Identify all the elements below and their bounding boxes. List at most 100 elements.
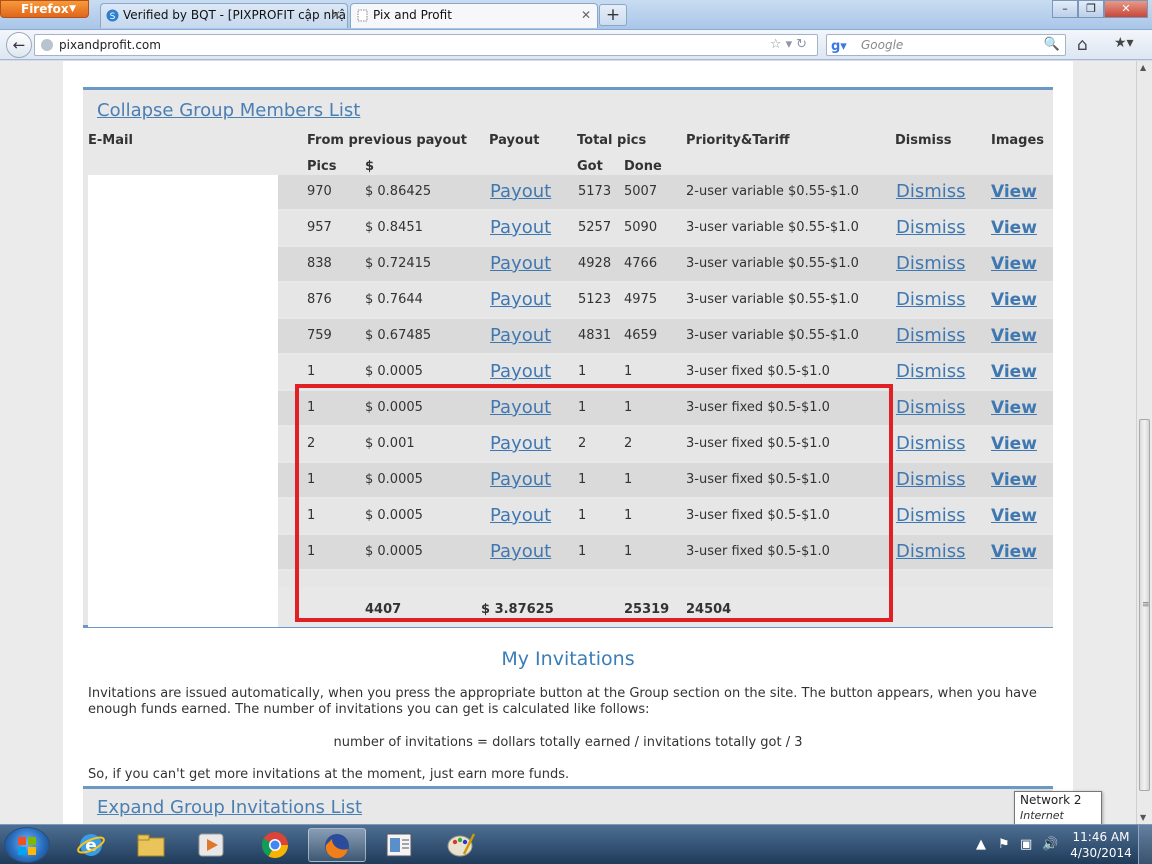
payout-link[interactable]: Payout	[490, 175, 551, 209]
collapse-group-members-link[interactable]: Collapse Group Members List	[97, 100, 360, 121]
globe-icon	[41, 39, 53, 51]
view-images-link[interactable]: View	[991, 247, 1037, 281]
volume-icon[interactable]: 🔊	[1042, 837, 1058, 852]
cell-got: 5257	[578, 220, 612, 235]
show-hidden-icons-icon[interactable]: ▲	[976, 837, 986, 852]
close-icon[interactable]: ✕	[581, 4, 591, 27]
network-icon[interactable]: ▣	[1020, 837, 1032, 852]
document-viewer-icon[interactable]	[370, 828, 428, 862]
search-icon[interactable]: 🔍	[1044, 35, 1060, 55]
start-button[interactable]	[4, 827, 50, 863]
payout-link[interactable]: Payout	[490, 247, 551, 281]
taskbar-clock[interactable]: 11:46 AM 4/30/2014	[1068, 829, 1134, 861]
google-icon: g▾	[831, 39, 847, 54]
clock-time: 11:46 AM	[1072, 830, 1130, 844]
tab-pix-and-profit[interactable]: Pix and Profit ✕	[350, 3, 598, 28]
dismiss-link[interactable]: Dismiss	[896, 463, 966, 497]
payout-link[interactable]: Payout	[490, 211, 551, 245]
scroll-down-arrow-icon[interactable]: ▼	[1140, 813, 1146, 822]
paint-icon[interactable]	[432, 828, 490, 862]
cell-pics: 838	[307, 256, 332, 271]
cell-usd: $ 0.67485	[365, 328, 432, 343]
view-images-link[interactable]: View	[991, 463, 1037, 497]
invitations-formula: number of invitations = dollars totally …	[333, 735, 803, 750]
group-invitations-panel: Expand Group Invitations List	[83, 786, 1053, 824]
window-close-button[interactable]: ✕	[1104, 0, 1148, 18]
maximize-button[interactable]: ❐	[1078, 0, 1104, 18]
dismiss-link[interactable]: Dismiss	[896, 283, 966, 317]
windows-taskbar: e ▲ ⚑ ▣ 🔊 11:46 AM 4/30/2014	[0, 824, 1152, 864]
new-tab-button[interactable]: +	[599, 4, 627, 26]
view-images-link[interactable]: View	[991, 391, 1037, 425]
scroll-up-arrow-icon[interactable]: ▲	[1140, 63, 1146, 72]
back-button[interactable]: ←	[6, 32, 32, 58]
minimize-button[interactable]: –	[1052, 0, 1078, 18]
cell-usd: $ 0.8451	[365, 220, 423, 235]
navigation-bar: ← pixandprofit.com ☆▾↻ g▾ Google 🔍 ⌂ ★▾	[0, 30, 1152, 60]
view-images-link[interactable]: View	[991, 319, 1037, 353]
cell-done: 4975	[624, 292, 658, 307]
firefox-menu-label: Firefox	[21, 2, 69, 16]
header-from-previous-payout: From previous payout	[307, 133, 467, 148]
bookmark-star-icon[interactable]: ☆▾↻	[770, 35, 811, 55]
search-placeholder: Google	[861, 38, 904, 52]
address-bar[interactable]: pixandprofit.com ☆▾↻	[34, 34, 818, 56]
vertical-scrollbar[interactable]: ▲ ≡ ▼	[1136, 61, 1152, 824]
subheader-got: Got	[577, 159, 603, 174]
cell-done: 4659	[624, 328, 658, 343]
view-images-link[interactable]: View	[991, 211, 1037, 245]
header-images: Images	[991, 133, 1045, 148]
search-box[interactable]: g▾ Google 🔍	[826, 34, 1066, 56]
payout-link[interactable]: Payout	[490, 283, 551, 317]
table-row: 759 $ 0.67485 Payout 4831 4659 3-user variabl…	[278, 319, 1053, 353]
dismiss-link[interactable]: Dismiss	[896, 499, 966, 533]
dismiss-link[interactable]: Dismiss	[896, 175, 966, 209]
view-images-link[interactable]: View	[991, 355, 1037, 389]
cell-priority: 3-user variable $0.55-$1.0	[686, 220, 859, 235]
view-images-link[interactable]: View	[991, 499, 1037, 533]
show-desktop-button[interactable]	[1138, 825, 1152, 864]
chrome-icon[interactable]	[246, 828, 304, 862]
cell-done: 5007	[624, 184, 658, 199]
dismiss-link[interactable]: Dismiss	[896, 535, 966, 569]
dismiss-link[interactable]: Dismiss	[896, 247, 966, 281]
dismiss-link[interactable]: Dismiss	[896, 427, 966, 461]
dismiss-link[interactable]: Dismiss	[896, 355, 966, 389]
home-icon[interactable]: ⌂	[1077, 35, 1088, 55]
tab-label: Pix and Profit	[373, 8, 452, 22]
media-player-icon[interactable]	[182, 828, 240, 862]
payout-link[interactable]: Payout	[490, 319, 551, 353]
expand-group-invitations-link[interactable]: Expand Group Invitations List	[97, 797, 362, 818]
view-images-link[interactable]: View	[991, 535, 1037, 569]
tab-label: Verified by BQT - [PIXPROFIT cập nhậ...	[123, 8, 348, 22]
view-images-link[interactable]: View	[991, 427, 1037, 461]
scrollbar-thumb[interactable]: ≡	[1139, 419, 1150, 791]
dismiss-link[interactable]: Dismiss	[896, 319, 966, 353]
close-icon[interactable]: ✕	[331, 4, 341, 27]
page-viewport: Collapse Group Members List E-Mail From …	[0, 61, 1136, 824]
file-explorer-icon[interactable]	[122, 828, 180, 862]
cell-got: 5173	[578, 184, 612, 199]
url-text: pixandprofit.com	[59, 38, 161, 52]
clock-date: 4/30/2014	[1070, 846, 1132, 860]
cell-pics: 970	[307, 184, 332, 199]
header-email: E-Mail	[88, 133, 133, 148]
tooltip-network-name: Network 2	[1020, 793, 1082, 807]
view-images-link[interactable]: View	[991, 283, 1037, 317]
firefox-menu-button[interactable]: Firefox ▼	[0, 0, 89, 18]
action-center-flag-icon[interactable]: ⚑	[998, 837, 1010, 852]
subheader-pics: Pics	[307, 159, 337, 174]
view-images-link[interactable]: View	[991, 175, 1037, 209]
cell-usd: $ 0.7644	[365, 292, 423, 307]
bookmarks-menu-icon[interactable]: ★▾	[1114, 35, 1134, 51]
dismiss-link[interactable]: Dismiss	[896, 391, 966, 425]
header-total-pics: Total pics	[577, 133, 647, 148]
dismiss-link[interactable]: Dismiss	[896, 211, 966, 245]
tab-verified-bqt[interactable]: S Verified by BQT - [PIXPROFIT cập nhậ..…	[100, 3, 348, 28]
windows-logo-icon	[18, 837, 36, 855]
table-row: 838 $ 0.72415 Payout 4928 4766 3-user variabl…	[278, 247, 1053, 281]
internet-explorer-icon[interactable]: e	[62, 828, 120, 862]
invitations-title: My Invitations	[501, 648, 635, 670]
firefox-taskbar-icon[interactable]	[308, 828, 366, 862]
cell-usd: $ 0.72415	[365, 256, 432, 271]
